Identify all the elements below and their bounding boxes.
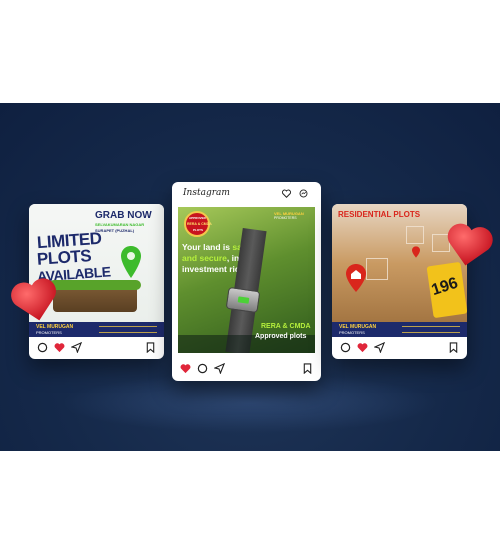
location-pin-icon: [121, 246, 141, 278]
floating-heart-icon: [11, 278, 56, 321]
right-contact-block: [402, 326, 460, 333]
share-icon[interactable]: [71, 341, 82, 353]
center-action-bar: [172, 355, 321, 381]
center-tag-2: Approved plots: [255, 333, 307, 340]
comment-icon[interactable]: [340, 342, 351, 353]
left-headline: GRAB NOW: [95, 210, 152, 221]
house-frame-graphic: [406, 226, 424, 244]
grass-top: [49, 280, 141, 290]
plot-number-sign: 196: [426, 261, 467, 319]
share-icon[interactable]: [214, 362, 225, 374]
seal-bottom: PLOTS: [193, 228, 204, 232]
left-location-1: SELVAKUMARAN NAGAR: [95, 222, 145, 227]
right-action-bar: [332, 335, 467, 359]
seal-mid: RERA & CMDA: [187, 222, 212, 226]
instagram-title: Instagram: [183, 188, 230, 198]
heart-outline-icon[interactable]: [282, 189, 291, 198]
comment-icon[interactable]: [197, 363, 208, 374]
share-icon[interactable]: [374, 341, 385, 353]
left-action-bar: [29, 335, 164, 359]
showcase-background: GRAB NOW SELVAKUMARAN NAGAR SURAPET (PUZ…: [0, 103, 500, 451]
home-pin-icon: [346, 264, 366, 292]
small-pin-icon: [412, 246, 420, 258]
floating-heart-icon: [447, 223, 493, 266]
like-heart-icon[interactable]: [54, 342, 65, 353]
house-frame-graphic: [366, 258, 388, 280]
floor-glow: [60, 373, 440, 433]
comment-icon[interactable]: [37, 342, 48, 353]
bookmark-icon[interactable]: [448, 341, 459, 353]
center-post-image[interactable]: APPROVED RERA & CMDA PLOTS VEL MURUGAN P…: [178, 207, 315, 353]
center-header: Instagram: [172, 182, 321, 204]
bookmark-icon[interactable]: [302, 362, 313, 374]
right-title: RESIDENTIAL PLOTS: [338, 210, 421, 219]
bookmark-icon[interactable]: [145, 341, 156, 353]
sign-number: 196: [429, 274, 461, 299]
like-heart-icon[interactable]: [357, 342, 368, 353]
center-brand-sub: PROMOTERS: [274, 216, 297, 220]
left-contact-block: [99, 326, 157, 333]
messenger-icon[interactable]: [299, 189, 308, 198]
center-post-card[interactable]: Instagram APPROVED RERA & CMDA PLOTS VEL…: [172, 182, 321, 381]
seat-belt-buckle: [225, 286, 261, 314]
approved-seal-badge: APPROVED RERA & CMDA PLOTS: [184, 211, 212, 237]
center-tag-1: RERA & CMDA: [261, 323, 311, 330]
like-heart-icon[interactable]: [180, 363, 191, 374]
seal-top: APPROVED: [189, 216, 206, 220]
